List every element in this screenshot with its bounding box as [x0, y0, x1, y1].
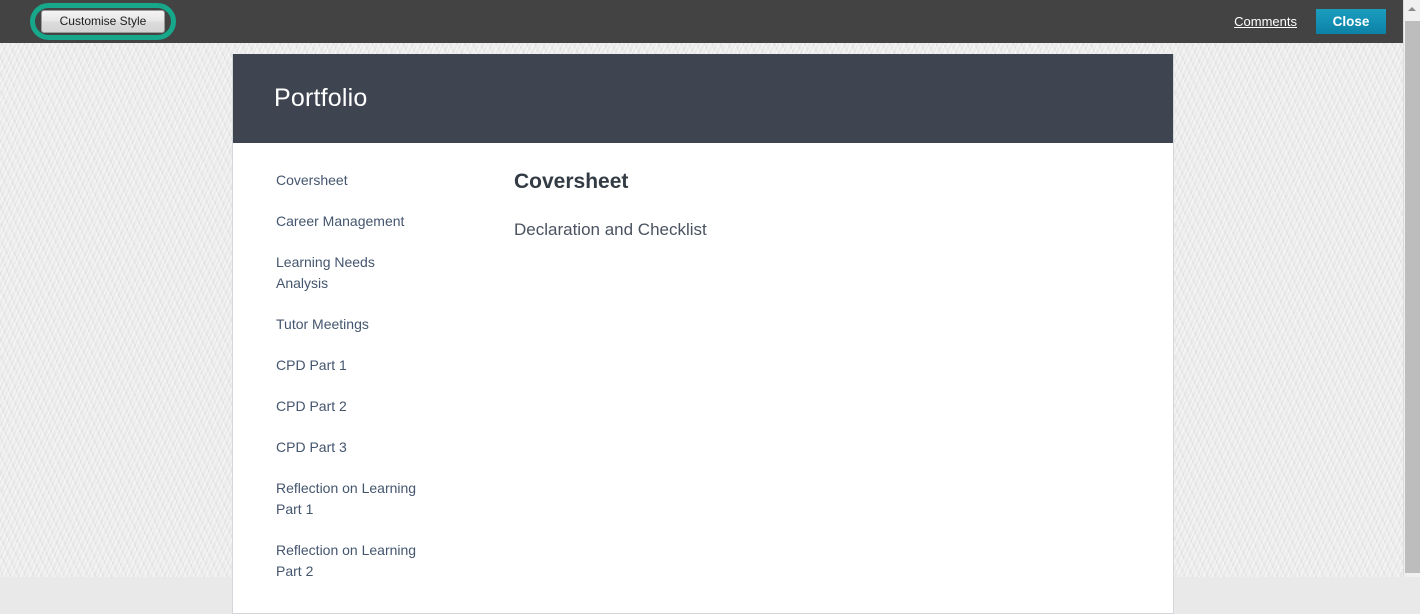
- sidebar-item-reflection-on-learning-part-2[interactable]: Reflection on Learning Part 2: [276, 540, 426, 582]
- portfolio-panel: Portfolio Coversheet Career Management L…: [232, 54, 1174, 614]
- sidebar-item-career-management[interactable]: Career Management: [276, 211, 426, 232]
- sidebar-item-cpd-part-1[interactable]: CPD Part 1: [276, 355, 426, 376]
- close-button[interactable]: Close: [1316, 9, 1386, 34]
- sidebar-item-learning-needs-analysis[interactable]: Learning Needs Analysis: [276, 252, 426, 294]
- panel-body: Coversheet Career Management Learning Ne…: [233, 143, 1173, 613]
- sidebar-item-coversheet[interactable]: Coversheet: [276, 170, 426, 191]
- portfolio-content: Coversheet Declaration and Checklist: [473, 143, 1173, 241]
- portfolio-sidebar: Coversheet Career Management Learning Ne…: [233, 143, 473, 602]
- content-heading: Coversheet: [514, 170, 629, 193]
- sidebar-item-tutor-meetings[interactable]: Tutor Meetings: [276, 314, 426, 335]
- page-title: Portfolio: [274, 84, 368, 112]
- customise-style-button[interactable]: Customise Style: [41, 10, 165, 33]
- comments-link[interactable]: Comments: [1234, 14, 1297, 29]
- scrollbar-thumb[interactable]: [1405, 21, 1420, 573]
- top-toolbar: Customise Style Comments Close: [0, 0, 1403, 43]
- scroll-up-button[interactable]: [1404, 0, 1420, 17]
- triangle-up-icon: [1408, 7, 1416, 11]
- sidebar-item-cpd-part-2[interactable]: CPD Part 2: [276, 396, 426, 417]
- vertical-scrollbar[interactable]: [1403, 0, 1420, 577]
- sidebar-item-cpd-part-3[interactable]: CPD Part 3: [276, 437, 426, 458]
- customise-style-control[interactable]: Customise Style: [30, 3, 176, 40]
- portfolio-header: Portfolio: [233, 54, 1173, 143]
- sidebar-item-reflection-on-learning-part-1[interactable]: Reflection on Learning Part 1: [276, 478, 426, 520]
- content-subheading: Declaration and Checklist: [514, 220, 707, 239]
